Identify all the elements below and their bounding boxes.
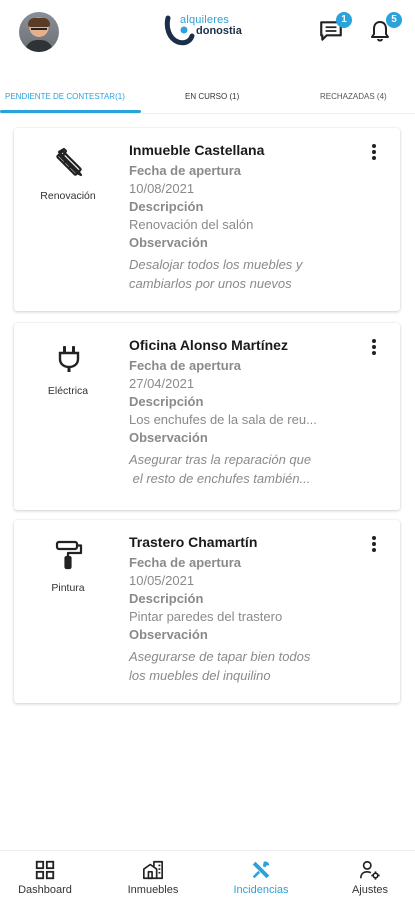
nav-label: Ajustes — [351, 884, 389, 896]
buildings-icon — [143, 860, 163, 880]
bottom-navigation: Dashboard Inmuebles Incidencias Ajustes — [0, 850, 415, 900]
fecha-label: Fecha de apertura — [129, 163, 241, 178]
observacion-value: Asegurar tras la reparación que el resto… — [129, 452, 312, 486]
tab-rechazadas[interactable]: RECHAZADAS (4) — [320, 92, 387, 101]
category-label: Renovación — [40, 190, 96, 202]
nav-item-incidencias[interactable]: Incidencias — [221, 859, 301, 896]
tab-pendiente[interactable]: PENDIENTE DE CONTESTAR(1) — [5, 92, 125, 101]
descripcion-label: Descripción — [129, 394, 204, 409]
avatar[interactable] — [19, 12, 59, 52]
more-options-icon[interactable] — [368, 144, 380, 162]
user-settings-icon — [360, 860, 380, 880]
fecha-label: Fecha de apertura — [129, 358, 241, 373]
nav-item-dashboard[interactable]: Dashboard — [5, 859, 85, 896]
messages-button[interactable]: 1 — [318, 12, 352, 46]
observacion-value: Desalojar todos los muebles y cambiarlos… — [129, 257, 303, 291]
descripcion-value: Los enchufes de la sala de reu... — [129, 412, 317, 427]
brand-logo: alquileres donostia — [164, 12, 254, 52]
plug-icon — [58, 346, 80, 372]
incident-title: Oficina Alonso Martínez — [129, 337, 288, 353]
observacion-value: Asegurarse de tapar bien todos los muebl… — [129, 649, 311, 683]
category-label: Pintura — [51, 582, 85, 594]
incident-title: Trastero Chamartín — [129, 534, 258, 550]
fecha-label: Fecha de apertura — [129, 555, 241, 570]
fecha-value: 27/04/2021 — [129, 376, 195, 391]
descripcion-value: Pintar paredes del trastero — [129, 609, 283, 624]
fecha-value: 10/08/2021 — [129, 181, 195, 196]
incident-card[interactable]: Pintura Trastero Chamartín Fecha de aper… — [14, 520, 400, 703]
descripcion-label: Descripción — [129, 591, 204, 606]
nav-label: Incidencias — [233, 884, 289, 896]
incident-card[interactable]: Renovación Inmueble Castellana Fecha de … — [14, 128, 400, 311]
notifications-badge: 5 — [386, 12, 402, 28]
descripcion-label: Descripción — [129, 199, 204, 214]
tabs-divider — [0, 113, 415, 114]
more-options-icon[interactable] — [368, 536, 380, 554]
incident-title: Inmueble Castellana — [129, 142, 265, 158]
descripcion-value: Renovación del salón — [129, 217, 254, 232]
logo-text-donostia: donostia — [196, 25, 242, 37]
incident-status-tabs: PENDIENTE DE CONTESTAR(1) EN CURSO (1) R… — [0, 86, 415, 114]
app-header: alquileres donostia 1 5 — [0, 0, 415, 64]
paint-roller-icon — [55, 540, 83, 570]
incident-card[interactable]: Eléctrica Oficina Alonso Martínez Fecha … — [14, 323, 400, 510]
tools-icon — [252, 861, 270, 879]
nav-item-inmuebles[interactable]: Inmuebles — [113, 859, 193, 896]
nav-label: Inmuebles — [127, 884, 179, 896]
notifications-button[interactable]: 5 — [368, 12, 402, 46]
observacion-label: Observación — [129, 430, 208, 445]
fecha-value: 10/05/2021 — [129, 573, 195, 588]
category-label: Eléctrica — [47, 385, 89, 397]
nav-item-ajustes[interactable]: Ajustes — [330, 859, 410, 896]
more-options-icon[interactable] — [368, 339, 380, 357]
tab-en-curso[interactable]: EN CURSO (1) — [185, 92, 239, 101]
dashboard-icon — [35, 860, 55, 880]
observacion-label: Observación — [129, 627, 208, 642]
observacion-label: Observación — [129, 235, 208, 250]
tools-icon — [56, 147, 83, 177]
messages-badge: 1 — [336, 12, 352, 28]
nav-label: Dashboard — [18, 884, 72, 896]
